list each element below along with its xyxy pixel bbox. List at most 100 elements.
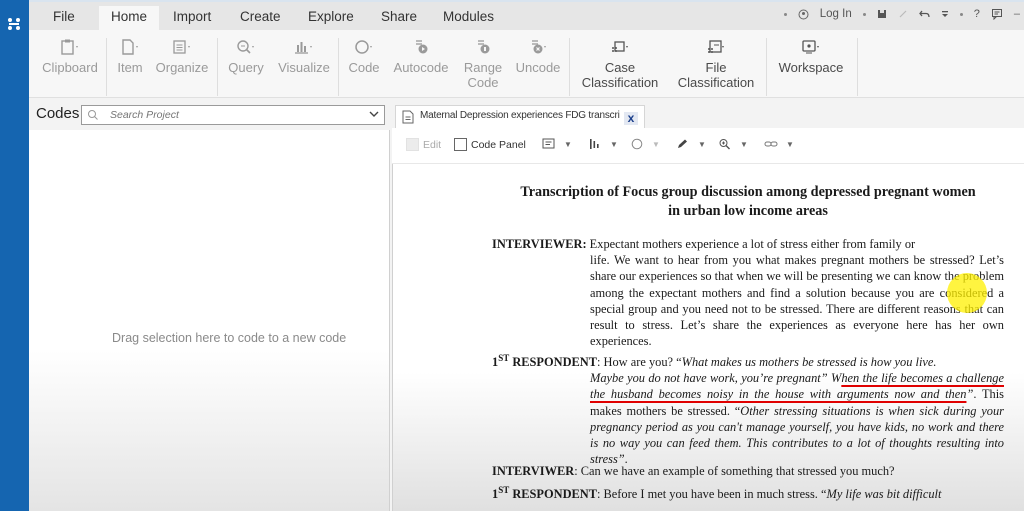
clipboard-icon — [61, 39, 78, 55]
uncode-label: Uncode — [515, 60, 561, 75]
visualize-button[interactable]: Visualize — [275, 34, 333, 75]
file-classification-button[interactable]: File Classification — [671, 34, 761, 90]
item-button[interactable]: Item — [113, 34, 147, 75]
organize-icon — [173, 40, 190, 54]
close-tab-icon[interactable]: x — [624, 112, 638, 125]
edit-label: Edit — [423, 138, 442, 151]
coding-stripes-icon — [590, 139, 599, 149]
uncode-icon — [532, 40, 546, 54]
speaker-ordinal: ST — [498, 353, 510, 363]
undo-icon[interactable] — [918, 9, 930, 19]
speaker-label: INTERVIWER — [492, 464, 575, 478]
paragraph-text: : Before I met you have been in much str… — [597, 487, 827, 501]
nvivo-app-window: File Home Import Create Explore Share Mo… — [0, 0, 1024, 511]
document-title-line1: Transcription of Focus group discussion … — [520, 184, 976, 200]
paragraph-text-continued: life. We want to hear from you what make… — [590, 253, 1004, 349]
interviewer-paragraph: INTERVIEWER: Expectant mothers experienc… — [492, 236, 1004, 349]
code-panel-checkbox[interactable]: Code Panel — [454, 138, 526, 151]
document-tab-strip: Maternal Depression experiences FDG tran… — [392, 98, 1024, 128]
tab-share[interactable]: Share — [369, 6, 429, 32]
quote-text: Maybe you do not have work, you’re pregn… — [590, 371, 842, 386]
file-classification-icon — [708, 40, 724, 53]
file-classification-label: File Classification — [677, 60, 755, 90]
code-panel-checkbox-box[interactable] — [454, 138, 467, 151]
app-menu-grid-icon[interactable] — [6, 17, 22, 31]
range-code-button[interactable]: Range Code — [459, 34, 507, 90]
document-toolbar: Edit Code Panel ▼ ▼ ▼ ▼ ▼ ▼ — [392, 128, 1024, 164]
document-tab[interactable]: Maternal Depression experiences FDG tran… — [395, 105, 645, 128]
search-input[interactable] — [110, 107, 360, 123]
highlight-dropdown[interactable]: ▼ — [630, 138, 660, 150]
new-item-icon — [122, 39, 138, 55]
speaker-label: INTERVIEWER: — [492, 237, 587, 251]
item-label: Item — [117, 60, 143, 75]
paragraph-text-continued: Maybe you do not have work, you’re pregn… — [492, 370, 1004, 467]
interviewer-question: INTERVIWER: Can we have an example of so… — [492, 463, 1004, 479]
ribbon-home: Clipboard Item Organize Query Visualize … — [29, 30, 1024, 98]
autocode-icon — [416, 40, 428, 54]
ribbon-separator — [338, 38, 339, 96]
uncode-button[interactable]: Uncode — [513, 34, 563, 75]
codes-pane-header: Codes — [29, 98, 390, 130]
separator-dot — [783, 12, 787, 16]
link-icon — [764, 141, 778, 147]
edit-checkbox[interactable]: Edit — [406, 138, 441, 151]
autocode-button[interactable]: Autocode — [389, 34, 453, 75]
tab-explore[interactable]: Explore — [296, 6, 366, 32]
quick-access-toolbar: Log In ? – — [783, 8, 1020, 20]
login-link[interactable]: Log In — [820, 8, 852, 20]
document-content-area[interactable]: Transcription of Focus group discussion … — [392, 164, 1024, 511]
edit-checkbox-box[interactable] — [406, 138, 419, 151]
query-label: Query — [228, 60, 264, 75]
coding-stripes-dropdown[interactable]: ▼ — [588, 138, 618, 150]
separator-dot — [862, 12, 866, 16]
clipboard-button[interactable]: Clipboard — [39, 34, 101, 75]
case-classification-icon — [612, 41, 628, 52]
circle-icon — [631, 138, 643, 150]
respondent-paragraph: 1ST RESPONDENT: How are you? “What makes… — [492, 350, 1004, 467]
mouse-cursor-highlight — [947, 273, 987, 313]
document-tab-label: Maternal Depression experiences FDG tran… — [420, 110, 620, 121]
case-classification-label: Case Classification — [581, 60, 659, 90]
link-dropdown[interactable]: ▼ — [764, 138, 794, 150]
range-code-icon — [478, 40, 490, 54]
comment-icon[interactable] — [991, 8, 1003, 20]
code-circle-icon — [355, 40, 372, 54]
speaker-label: 1ST RESPONDENT — [492, 353, 597, 369]
code-panel-label: Code Panel — [471, 138, 526, 151]
annotations-dropdown[interactable]: ▼ — [542, 138, 572, 150]
edit-icon[interactable] — [898, 9, 908, 19]
query-button[interactable]: Query — [225, 34, 267, 75]
minimize-icon[interactable]: – — [1014, 8, 1020, 20]
pen-icon — [678, 139, 687, 148]
zoom-dropdown[interactable]: ▼ — [718, 138, 748, 150]
tab-file[interactable]: File — [41, 6, 87, 32]
search-project-box[interactable] — [81, 105, 385, 125]
respondent-paragraph: 1ST RESPONDENT: Before I met you have be… — [492, 482, 1004, 502]
speaker-label: 1ST RESPONDENT — [492, 485, 597, 501]
separator-dot — [959, 12, 963, 16]
help-icon[interactable]: ? — [974, 8, 980, 20]
quote-text: What makes us mothers be stressed is how… — [681, 355, 937, 369]
drop-hint-text: Drag selection here to code to a new cod… — [112, 331, 347, 345]
tab-import[interactable]: Import — [161, 6, 223, 32]
user-circle-icon[interactable] — [798, 9, 809, 20]
tab-modules[interactable]: Modules — [431, 6, 506, 32]
codes-list-area[interactable]: Drag selection here to code to a new cod… — [29, 130, 390, 511]
save-icon[interactable] — [877, 9, 887, 19]
workspace-button[interactable]: Workspace — [772, 34, 850, 75]
autocode-label: Autocode — [393, 60, 449, 75]
pen-dropdown[interactable]: ▼ — [676, 138, 706, 150]
tab-create[interactable]: Create — [228, 6, 293, 32]
chevron-down-icon[interactable] — [369, 110, 379, 118]
code-button[interactable]: Code — [345, 34, 383, 75]
customize-icon[interactable] — [941, 9, 949, 19]
speaker-ordinal: ST — [498, 485, 510, 495]
case-classification-button[interactable]: Case Classification — [575, 34, 665, 90]
tab-home[interactable]: Home — [99, 6, 160, 32]
document-title-line2: in urban low income areas — [668, 203, 828, 219]
organize-button[interactable]: Organize — [153, 34, 211, 75]
left-nav-rail — [0, 0, 29, 511]
quote-text: My life was bit difficult — [826, 487, 942, 501]
ribbon-separator — [217, 38, 218, 96]
